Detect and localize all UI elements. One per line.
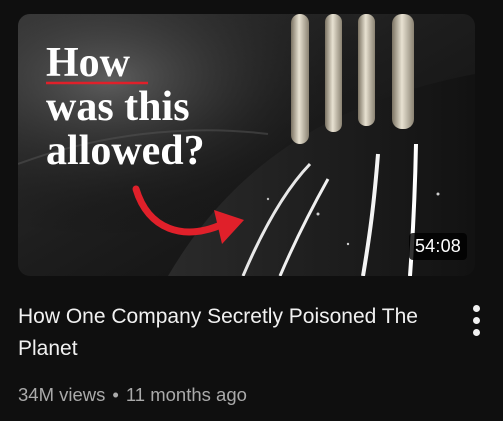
more-options-button[interactable] [458,300,494,340]
thumbnail-text-line-3: allowed? [46,128,205,174]
upload-age: 11 months ago [125,384,247,405]
view-count: 34M views [18,384,106,405]
thumbnail-text-line-1: How [46,40,131,86]
more-vert-icon [472,304,480,312]
more-vert-icon-dot [472,328,480,336]
meta-separator: • [112,384,119,405]
thumbnail-image: How was this allowed? [18,14,475,276]
thumbnail-text-line-2: was this [46,84,190,130]
video-card: How was this allowed? 54:08 How One Comp… [0,0,503,421]
more-vert-icon-dot [472,316,480,324]
video-metadata: 34M views • 11 months ago [18,382,247,408]
video-thumbnail[interactable]: How was this allowed? 54:08 [18,14,475,276]
video-title[interactable]: How One Company Secretly Poisoned The Pl… [18,301,450,365]
video-duration-badge: 54:08 [408,233,467,260]
